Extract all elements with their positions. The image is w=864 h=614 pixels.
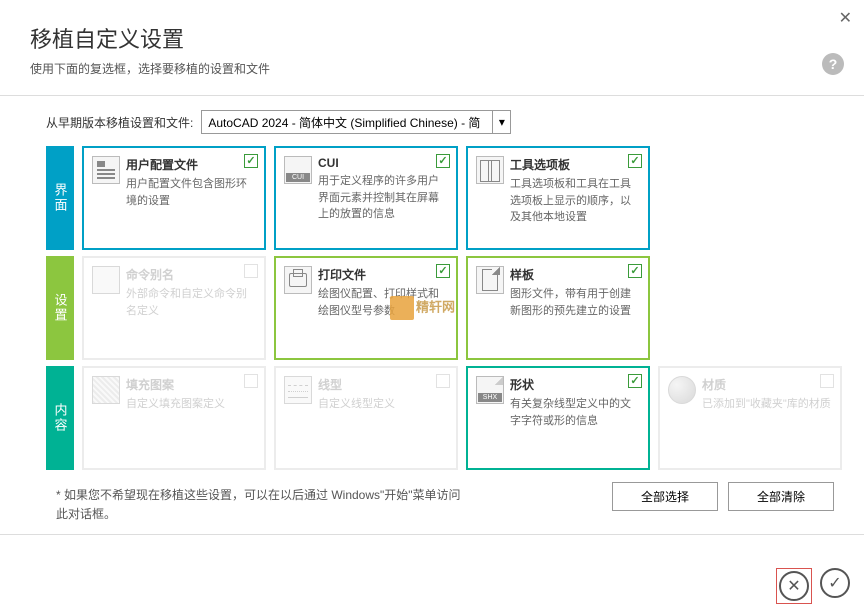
card-desc: 自定义填充图案定义 [126,396,256,413]
card-desc: 绘图仪配置、打印样式和绘图仪型号参数 [318,286,448,319]
card-print[interactable]: 打印文件 绘图仪配置、打印样式和绘图仪型号参数 ✓ [274,256,458,360]
card-desc: 有关复杂线型定义中的文字字符或形的信息 [510,396,640,429]
card-desc: 已添加到"收藏夹"库的材质 [702,396,832,413]
version-row: 从早期版本移植设置和文件: AutoCAD 2024 - 简体中文 (Simpl… [0,96,864,146]
print-icon [284,266,312,294]
checkbox-material[interactable] [820,374,834,388]
template-icon [476,266,504,294]
checkbox-linetype[interactable] [436,374,450,388]
version-label: 从早期版本移植设置和文件: [46,114,193,131]
tab-content: 内容 [46,366,74,470]
material-icon [668,376,696,404]
card-title: 填充图案 [126,376,256,393]
cancel-button[interactable]: ✕ [779,571,809,601]
tab-settings: 设置 [46,256,74,360]
cui-icon [284,156,312,184]
clear-all-button[interactable]: 全部清除 [728,482,834,511]
shx-icon [476,376,504,404]
card-linetype[interactable]: 线型 自定义线型定义 [274,366,458,470]
card-title: 命令别名 [126,266,256,283]
checkbox-shape[interactable]: ✓ [628,374,642,388]
palette-icon [476,156,504,184]
card-hatch[interactable]: 填充图案 自定义填充图案定义 [82,366,266,470]
divider [0,534,864,535]
card-title: 用户配置文件 [126,156,256,173]
profile-icon [92,156,120,184]
card-title: 样板 [510,266,640,283]
checkbox-cui[interactable]: ✓ [436,154,450,168]
dialog-title: 移植自定义设置 [30,22,834,54]
card-desc: 用于定义程序的许多用户界面元素并控制其在屏幕上的放置的信息 [318,173,448,223]
card-template[interactable]: 样板 图形文件，带有用于创建新图形的预先建立的设置 ✓ [466,256,650,360]
card-palette[interactable]: 工具选项板 工具选项板和工具在工具选项板上显示的顺序，以及其他本地设置 ✓ [466,146,650,250]
tab-interface: 界面 [46,146,74,250]
card-desc: 自定义线型定义 [318,396,448,413]
dialog-subtitle: 使用下面的复选框，选择要移植的设置和文件 [30,60,834,77]
card-title: 打印文件 [318,266,448,283]
bottom-actions: ✕ ✓ [776,568,850,604]
help-icon[interactable]: ? [822,53,844,75]
card-title: CUI [318,156,448,170]
checkbox-alias[interactable] [244,264,258,278]
select-all-button[interactable]: 全部选择 [612,482,718,511]
section-content: 内容 填充图案 自定义填充图案定义 线型 自定义线型定义 [46,366,834,470]
card-cui[interactable]: CUI 用于定义程序的许多用户界面元素并控制其在屏幕上的放置的信息 ✓ [274,146,458,250]
ok-button[interactable]: ✓ [820,568,850,598]
checkbox-profile[interactable]: ✓ [244,154,258,168]
checkbox-palette[interactable]: ✓ [628,154,642,168]
card-desc: 用户配置文件包含图形环境的设置 [126,176,256,209]
hatch-icon [92,376,120,404]
section-interface: 界面 用户配置文件 用户配置文件包含图形环境的设置 ✓ CUI 用于定义程序的许… [46,146,834,250]
version-select[interactable]: AutoCAD 2024 - 简体中文 (Simplified Chinese)… [201,110,511,134]
card-title: 形状 [510,376,640,393]
checkbox-print[interactable]: ✓ [436,264,450,278]
checkbox-template[interactable]: ✓ [628,264,642,278]
card-desc: 外部命令和自定义命令别名定义 [126,286,256,319]
card-desc: 工具选项板和工具在工具选项板上显示的顺序，以及其他本地设置 [510,176,640,226]
card-title: 工具选项板 [510,156,640,173]
card-shape[interactable]: 形状 有关复杂线型定义中的文字字符或形的信息 ✓ [466,366,650,470]
card-profile[interactable]: 用户配置文件 用户配置文件包含图形环境的设置 ✓ [82,146,266,250]
alias-icon [92,266,120,294]
checkbox-hatch[interactable] [244,374,258,388]
cancel-highlight: ✕ [776,568,812,604]
close-icon[interactable]: ✕ [839,8,852,28]
footer-note: * 如果您不希望现在移植这些设置，可以在以后通过 Windows"开始"菜单访问… [46,476,466,524]
linetype-icon [284,376,312,404]
card-desc: 图形文件，带有用于创建新图形的预先建立的设置 [510,286,640,319]
card-title: 线型 [318,376,448,393]
version-selected: AutoCAD 2024 - 简体中文 (Simplified Chinese)… [208,114,480,131]
section-settings: 设置 命令别名 外部命令和自定义命令别名定义 打印文件 绘图仪配置、打印样式和绘… [46,256,834,360]
chevron-down-icon[interactable]: ▾ [492,111,510,133]
card-title: 材质 [702,376,832,393]
card-alias[interactable]: 命令别名 外部命令和自定义命令别名定义 [82,256,266,360]
footer-row: * 如果您不希望现在移植这些设置，可以在以后通过 Windows"开始"菜单访问… [0,476,864,524]
card-material[interactable]: 材质 已添加到"收藏夹"库的材质 [658,366,842,470]
dialog-header: 移植自定义设置 使用下面的复选框，选择要移植的设置和文件 [0,0,864,87]
